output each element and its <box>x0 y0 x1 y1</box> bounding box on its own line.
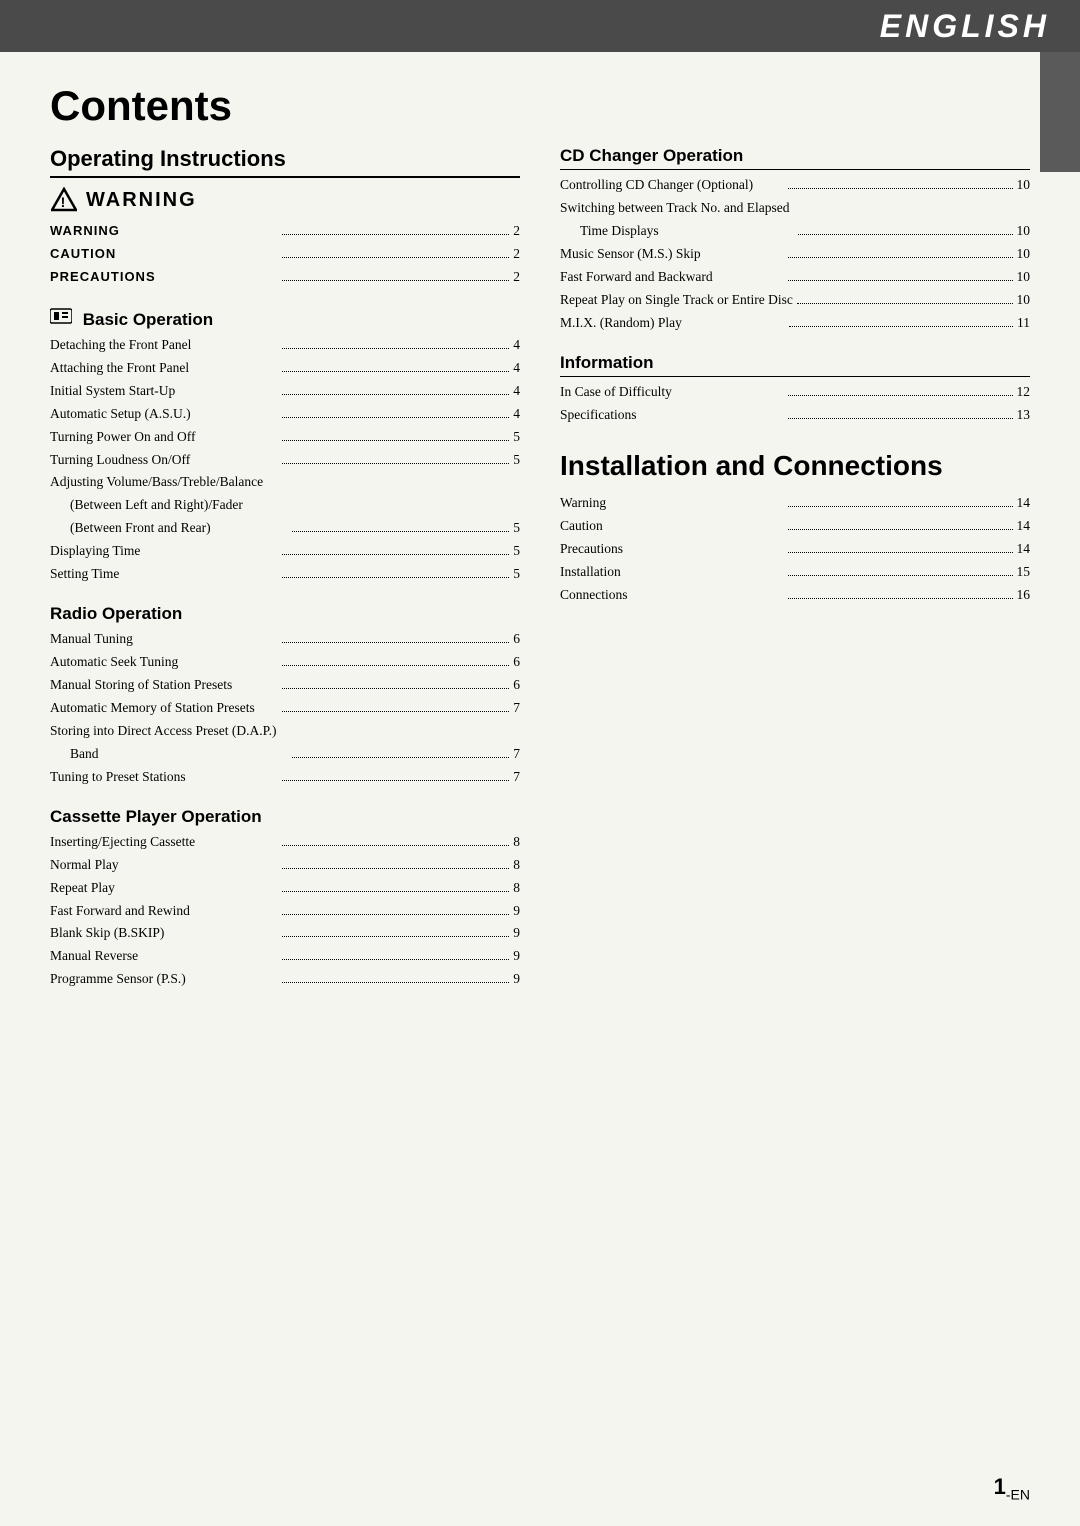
toc-entry-programme-sensor: Programme Sensor (P.S.) 9 <box>50 968 520 991</box>
radio-operation-heading: Radio Operation <box>50 604 520 624</box>
toc-entry-controlling-cd: Controlling CD Changer (Optional) 10 <box>560 174 1030 197</box>
warning-heading: ! WARNING <box>50 186 520 214</box>
toc-entry-startup: Initial System Start-Up 4 <box>50 380 520 403</box>
toc-entry-preset-stations: Tuning to Preset Stations 7 <box>50 766 520 789</box>
toc-entry-power: Turning Power On and Off 5 <box>50 426 520 449</box>
toc-entry-ms-skip: Music Sensor (M.S.) Skip 10 <box>560 243 1030 266</box>
toc-entry-loudness: Turning Loudness On/Off 5 <box>50 449 520 472</box>
toc-entry-detach: Detaching the Front Panel 4 <box>50 334 520 357</box>
toc-entry-switching-track: Switching between Track No. and Elapsed <box>560 197 1030 220</box>
toc-entry-time-displays: Time Displays 10 <box>560 220 1030 243</box>
warning-entries: WARNING 2 CAUTION 2 PRECAUTIONS 2 <box>50 220 520 289</box>
toc-entry-balance-lr: (Between Left and Right)/Fader <box>50 494 520 517</box>
cd-entries: Controlling CD Changer (Optional) 10 Swi… <box>560 174 1030 335</box>
toc-entry-setting-time: Setting Time 5 <box>50 563 520 586</box>
svg-text:!: ! <box>61 194 68 210</box>
toc-entry-band: Band 7 <box>50 743 520 766</box>
toc-entry-warning-install: Warning 14 <box>560 492 1030 515</box>
toc-entry-normal-play: Normal Play 8 <box>50 854 520 877</box>
toc-entry-repeat-play: Repeat Play 8 <box>50 877 520 900</box>
basic-op-icon <box>50 307 72 325</box>
toc-entry-balance-fr: (Between Front and Rear) 5 <box>50 517 520 540</box>
basic-operation-label: Basic Operation <box>83 310 213 329</box>
right-column: CD Changer Operation Controlling CD Chan… <box>560 146 1030 991</box>
basic-entries: Detaching the Front Panel 4 Attaching th… <box>50 334 520 586</box>
warning-icon: ! <box>50 186 78 214</box>
warning-label: WARNING <box>86 189 197 212</box>
install-connections-heading: Installation and Connections <box>560 450 1030 482</box>
cd-changer-heading: CD Changer Operation <box>560 146 1030 170</box>
toc-entry-asu: Automatic Setup (A.S.U.) 4 <box>50 403 520 426</box>
toc-entry-warning: WARNING 2 <box>50 220 520 243</box>
toc-entry-caution: CAUTION 2 <box>50 243 520 266</box>
toc-entry-installation: Installation 15 <box>560 561 1030 584</box>
install-entries: Warning 14 Caution 14 Precautions 14 Ins… <box>560 492 1030 607</box>
toc-entry-manual-reverse: Manual Reverse 9 <box>50 945 520 968</box>
toc-entry-dap: Storing into Direct Access Preset (D.A.P… <box>50 720 520 743</box>
page-title: Contents <box>50 82 1030 130</box>
header-title: ENGLISH <box>880 8 1050 45</box>
header-bar: ENGLISH <box>0 0 1080 52</box>
toc-entry-volume: Adjusting Volume/Bass/Treble/Balance <box>50 471 520 494</box>
left-column: Operating Instructions ! WARNING WARNING… <box>50 146 520 991</box>
toc-entry-blank-skip: Blank Skip (B.SKIP) 9 <box>50 922 520 945</box>
toc-entry-display-time: Displaying Time 5 <box>50 540 520 563</box>
toc-entry-precautions-install: Precautions 14 <box>560 538 1030 561</box>
toc-entry-repeat-single: Repeat Play on Single Track or Entire Di… <box>560 289 1030 312</box>
toc-entry-auto-seek: Automatic Seek Tuning 6 <box>50 651 520 674</box>
toc-entry-specifications: Specifications 13 <box>560 404 1030 427</box>
main-content: Contents Operating Instructions ! WARNIN… <box>0 52 1080 1051</box>
toc-entry-ff-rewind: Fast Forward and Rewind 9 <box>50 900 520 923</box>
basic-operation-heading: Basic Operation <box>50 307 520 330</box>
two-column-layout: Operating Instructions ! WARNING WARNING… <box>50 146 1030 991</box>
toc-entry-insert-eject: Inserting/Ejecting Cassette 8 <box>50 831 520 854</box>
toc-entry-connections: Connections 16 <box>560 584 1030 607</box>
toc-entry-in-case: In Case of Difficulty 12 <box>560 381 1030 404</box>
section-operating-instructions: Operating Instructions <box>50 146 520 178</box>
cassette-heading: Cassette Player Operation <box>50 807 520 827</box>
toc-entry-attach: Attaching the Front Panel 4 <box>50 357 520 380</box>
toc-entry-precautions: PRECAUTIONS 2 <box>50 266 520 289</box>
toc-entry-mix-random: M.I.X. (Random) Play 11 <box>560 312 1030 335</box>
toc-entry-ff-backward: Fast Forward and Backward 10 <box>560 266 1030 289</box>
radio-entries: Manual Tuning 6 Automatic Seek Tuning 6 … <box>50 628 520 789</box>
information-heading: Information <box>560 353 1030 377</box>
cassette-entries: Inserting/Ejecting Cassette 8 Normal Pla… <box>50 831 520 992</box>
toc-entry-manual-presets: Manual Storing of Station Presets 6 <box>50 674 520 697</box>
side-tab <box>1040 52 1080 172</box>
toc-entry-manual-tuning: Manual Tuning 6 <box>50 628 520 651</box>
info-entries: In Case of Difficulty 12 Specifications … <box>560 381 1030 427</box>
page-number: 1-EN <box>994 1474 1030 1502</box>
toc-entry-caution-install: Caution 14 <box>560 515 1030 538</box>
toc-entry-auto-presets: Automatic Memory of Station Presets 7 <box>50 697 520 720</box>
